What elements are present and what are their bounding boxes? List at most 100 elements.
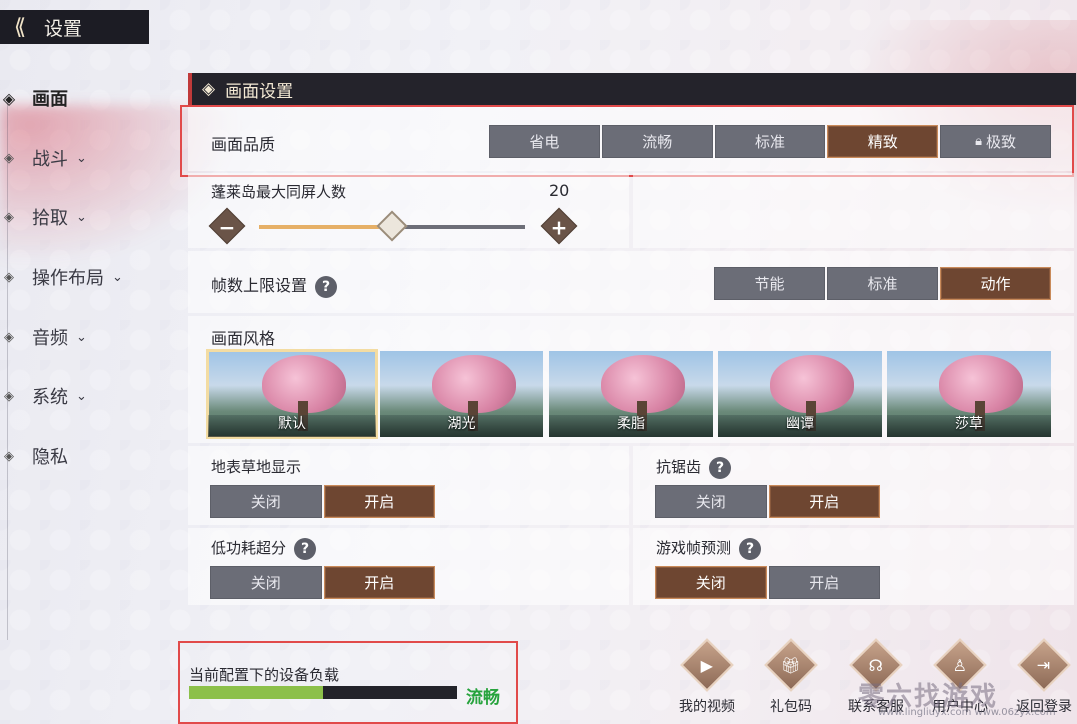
sidebar-item-audio[interactable]: ◈ 音频 ⌄ bbox=[0, 317, 170, 357]
quality-option-smooth[interactable]: 流畅 bbox=[601, 125, 713, 158]
lowpower-sr-label: 低功耗超分 bbox=[211, 539, 287, 557]
diamond-icon: ◈ bbox=[4, 329, 14, 345]
help-icon[interactable]: ? bbox=[294, 537, 317, 560]
help-icon[interactable]: ? bbox=[315, 275, 338, 298]
frame-predict-label-wrap: 游戏帧预测? bbox=[656, 537, 762, 560]
sidebar-item-combat[interactable]: ◈ 战斗 ⌄ bbox=[0, 138, 170, 178]
sidebar-item-system[interactable]: ◈ 系统 ⌄ bbox=[0, 376, 170, 416]
slider-fill bbox=[259, 225, 392, 229]
chevron-down-icon: ⌄ bbox=[112, 269, 123, 285]
quality-label: 画面品质 bbox=[211, 135, 276, 154]
bottom-label: 我的视频 bbox=[679, 699, 735, 715]
grass-label: 地表草地显示 bbox=[211, 458, 302, 476]
top-bar: ⟪ 设置 bbox=[0, 10, 149, 44]
quality-option-fine[interactable]: 精致 bbox=[827, 125, 939, 158]
frame-predict-toggle: 关闭 开启 bbox=[655, 566, 880, 599]
sidebar-item-label: 战斗 bbox=[32, 149, 68, 170]
lowpower-sr-off-option[interactable]: 关闭 bbox=[210, 566, 322, 599]
help-icon[interactable]: ? bbox=[739, 537, 762, 560]
antialias-off-option[interactable]: 关闭 bbox=[655, 485, 767, 518]
style-option-label: 湖光 bbox=[447, 416, 476, 432]
sidebar-item-layout[interactable]: ◈ 操作布局 ⌄ bbox=[0, 257, 170, 297]
minus-icon: − bbox=[218, 215, 236, 240]
max-players-slider[interactable] bbox=[259, 210, 525, 242]
quality-selector: 省电 流畅 标准 精致 🔒︎ 极致 bbox=[489, 125, 1051, 158]
diamond-icon: ◈ bbox=[4, 150, 14, 166]
load-fill bbox=[189, 686, 323, 699]
bottom-label: 礼包码 bbox=[770, 699, 812, 715]
diamond-icon: ◈ bbox=[2, 88, 16, 108]
framerate-option-eco[interactable]: 节能 bbox=[714, 267, 825, 300]
lowpower-sr-toggle: 关闭 开启 bbox=[210, 566, 435, 599]
style-option-label: 幽谭 bbox=[786, 416, 814, 432]
diamond-icon: ◈ bbox=[202, 79, 216, 99]
style-option-deep[interactable]: 幽谭 bbox=[718, 351, 882, 437]
style-label: 画面风格 bbox=[211, 329, 276, 348]
diamond-icon: ◈ bbox=[4, 388, 14, 404]
back-arrow-icon[interactable]: ⟪ bbox=[6, 15, 34, 40]
diamond-icon: ◈ bbox=[4, 448, 14, 464]
grass-toggle: 关闭 开启 bbox=[210, 485, 435, 518]
framerate-option-standard[interactable]: 标准 bbox=[827, 267, 938, 300]
quality-option-power-save[interactable]: 省电 bbox=[489, 125, 600, 158]
style-option-label: 莎草 bbox=[955, 416, 983, 432]
max-players-label: 蓬莱岛最大同屏人数 bbox=[211, 183, 347, 201]
logout-icon: ⇥ bbox=[1017, 638, 1071, 692]
sidebar-item-label: 拾取 bbox=[32, 208, 68, 229]
style-option-sedge[interactable]: 莎草 bbox=[887, 351, 1051, 437]
lowpower-sr-on-option[interactable]: 开启 bbox=[323, 566, 435, 599]
gift-icon: 🎁︎ bbox=[764, 638, 818, 692]
help-icon[interactable]: ? bbox=[709, 456, 732, 479]
play-icon: ▶ bbox=[680, 638, 734, 692]
chevron-down-icon: ⌄ bbox=[76, 209, 87, 225]
empty-cell bbox=[633, 173, 1074, 248]
back-to-login-button[interactable]: ⇥ 返回登录 bbox=[1014, 638, 1074, 716]
style-option-lake[interactable]: 湖光 bbox=[380, 351, 543, 437]
antialias-label-wrap: 抗锯齿? bbox=[656, 456, 732, 479]
sidebar-item-label: 音频 bbox=[32, 328, 68, 349]
quality-option-ultra-label: 极致 bbox=[986, 133, 1017, 151]
section-title: 画面设置 bbox=[225, 81, 294, 102]
load-status: 流畅 bbox=[466, 688, 500, 708]
max-players-value: 20 bbox=[549, 181, 570, 200]
style-option-default[interactable]: 默认 bbox=[206, 349, 378, 439]
framerate-label: 帧数上限设置 bbox=[211, 276, 308, 295]
antialias-on-option[interactable]: 开启 bbox=[768, 485, 880, 518]
chevron-down-icon: ⌄ bbox=[76, 150, 87, 166]
framerate-label-wrap: 帧数上限设置? bbox=[211, 272, 338, 298]
framerate-selector: 节能 标准 动作 bbox=[714, 267, 1051, 300]
quality-option-standard[interactable]: 标准 bbox=[714, 125, 826, 158]
load-bar bbox=[189, 686, 457, 699]
frame-predict-label: 游戏帧预测 bbox=[656, 539, 732, 557]
chevron-down-icon: ⌄ bbox=[76, 329, 87, 345]
antialias-label: 抗锯齿 bbox=[656, 458, 702, 476]
framerate-option-action[interactable]: 动作 bbox=[940, 267, 1051, 300]
sidebar-item-label: 系统 bbox=[32, 387, 68, 408]
antialias-toggle: 关闭 开启 bbox=[655, 485, 880, 518]
diamond-icon: ◈ bbox=[4, 269, 14, 285]
sidebar-item-label: 操作布局 bbox=[32, 268, 104, 289]
sidebar-item-label: 隐私 bbox=[32, 447, 68, 468]
sidebar-item-label: 画面 bbox=[32, 89, 68, 110]
sidebar-item-privacy[interactable]: ◈ 隐私 bbox=[0, 436, 170, 476]
frame-predict-off-option[interactable]: 关闭 bbox=[655, 566, 767, 599]
grass-on-option[interactable]: 开启 bbox=[323, 485, 435, 518]
sidebar-item-pickup[interactable]: ◈ 拾取 ⌄ bbox=[0, 197, 170, 237]
my-videos-button[interactable]: ▶ 我的视频 bbox=[677, 638, 737, 716]
load-label: 当前配置下的设备负载 bbox=[189, 666, 340, 684]
sidebar-item-picture[interactable]: ◈ 画面 bbox=[0, 78, 170, 118]
style-option-soft[interactable]: 柔脂 bbox=[549, 351, 713, 437]
chevron-down-icon: ⌄ bbox=[76, 388, 87, 404]
gift-code-button[interactable]: 🎁︎ 礼包码 bbox=[761, 638, 821, 716]
grass-off-option[interactable]: 关闭 bbox=[210, 485, 322, 518]
lock-icon: 🔒︎ bbox=[975, 134, 983, 149]
section-header: ◈ 画面设置 bbox=[188, 73, 1076, 105]
frame-predict-on-option[interactable]: 开启 bbox=[768, 566, 880, 599]
style-option-label: 柔脂 bbox=[617, 416, 645, 432]
style-option-label: 默认 bbox=[278, 416, 306, 432]
plus-icon: + bbox=[550, 215, 568, 240]
sidebar-line bbox=[7, 100, 8, 640]
quality-option-ultra[interactable]: 🔒︎ 极致 bbox=[940, 125, 1051, 158]
lowpower-sr-label-wrap: 低功耗超分? bbox=[211, 537, 317, 560]
page-title: 设置 bbox=[44, 17, 83, 40]
